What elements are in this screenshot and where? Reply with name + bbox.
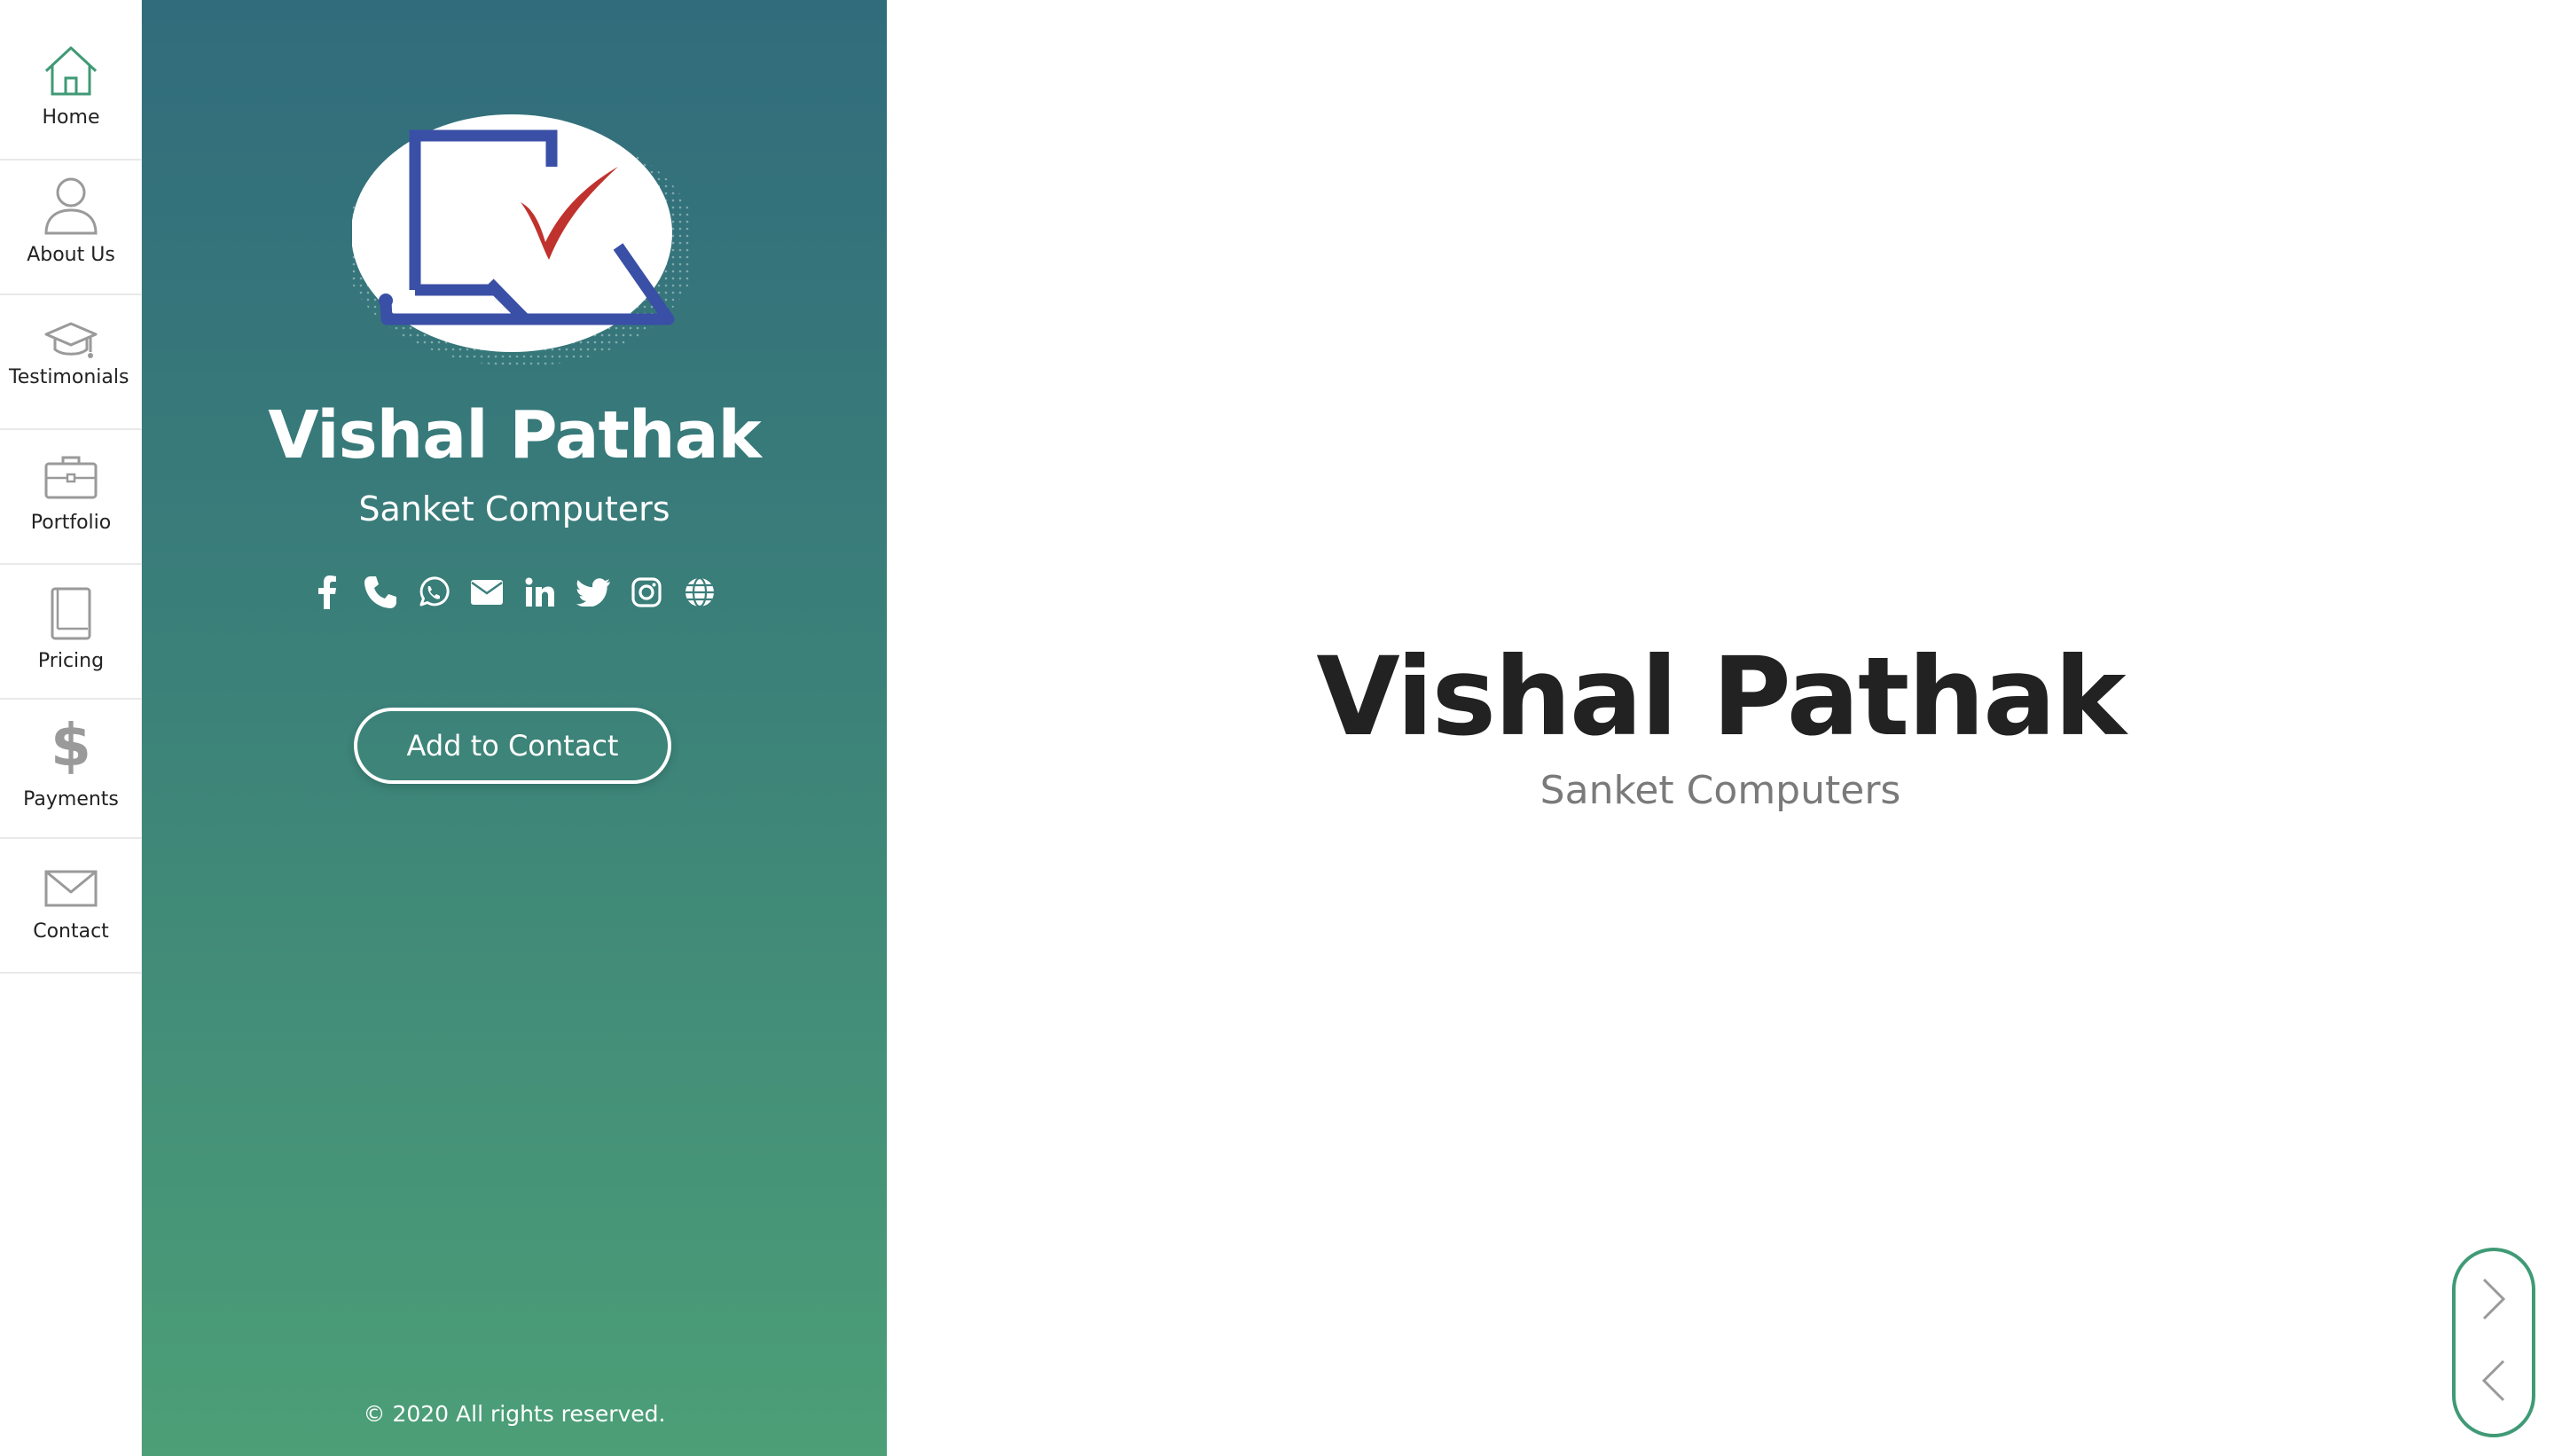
instagram-icon[interactable] bbox=[626, 572, 667, 613]
phone-icon[interactable] bbox=[360, 572, 401, 613]
sidebar-item-testimonials[interactable]: Testimonials bbox=[0, 295, 142, 430]
home-icon bbox=[43, 44, 99, 102]
page-navigator bbox=[2452, 1248, 2535, 1437]
profile-company: Sanket Computers bbox=[358, 489, 670, 528]
company-logo bbox=[343, 114, 698, 371]
sidebar-item-portfolio[interactable]: Portfolio bbox=[0, 430, 142, 565]
hero-name: Vishal Pathak bbox=[1316, 634, 2126, 760]
profile-panel: Vishal Pathak Sanket Computers Add to Co… bbox=[142, 0, 887, 1456]
sidebar-item-home[interactable]: Home bbox=[0, 0, 142, 160]
linkedin-icon[interactable] bbox=[520, 572, 560, 613]
email-icon[interactable] bbox=[466, 572, 507, 613]
hero-company: Sanket Computers bbox=[1539, 768, 1901, 813]
sidebar-item-contact[interactable]: Contact bbox=[0, 839, 142, 974]
sidebar-item-payments[interactable]: $ Payments bbox=[0, 700, 142, 839]
user-icon bbox=[43, 176, 99, 239]
sidebar-item-label: Home bbox=[42, 106, 100, 129]
sidebar-item-label: Contact bbox=[33, 920, 109, 943]
briefcase-icon bbox=[43, 453, 98, 505]
twitter-icon[interactable] bbox=[573, 572, 614, 613]
sidebar-item-label: Testimonials bbox=[9, 366, 129, 388]
sidebar-item-label: Payments bbox=[23, 788, 119, 810]
copyright-text: © 2020 All rights reserved. bbox=[363, 1401, 666, 1427]
add-to-contact-button[interactable]: Add to Contact bbox=[354, 708, 671, 784]
book-icon bbox=[49, 586, 93, 646]
chevron-right-icon[interactable] bbox=[2471, 1272, 2517, 1326]
sidebar-nav: Home About Us Testimonials Portfolio Pri… bbox=[0, 0, 142, 1456]
dollar-icon: $ bbox=[51, 711, 91, 779]
sidebar-item-label: About Us bbox=[27, 244, 115, 266]
sidebar-item-about-us[interactable]: About Us bbox=[0, 160, 142, 295]
envelope-icon bbox=[43, 869, 98, 912]
graduation-cap-icon bbox=[44, 320, 98, 367]
sidebar-item-pricing[interactable]: Pricing bbox=[0, 565, 142, 700]
facebook-icon[interactable] bbox=[307, 572, 348, 613]
chevron-left-icon[interactable] bbox=[2471, 1354, 2517, 1407]
whatsapp-icon[interactable] bbox=[413, 572, 454, 613]
globe-icon[interactable] bbox=[679, 572, 720, 613]
sidebar-item-label: Portfolio bbox=[30, 512, 112, 534]
profile-name: Vishal Pathak bbox=[268, 397, 762, 474]
sidebar-item-label: Pricing bbox=[37, 650, 105, 672]
svg-text:$: $ bbox=[53, 716, 89, 774]
